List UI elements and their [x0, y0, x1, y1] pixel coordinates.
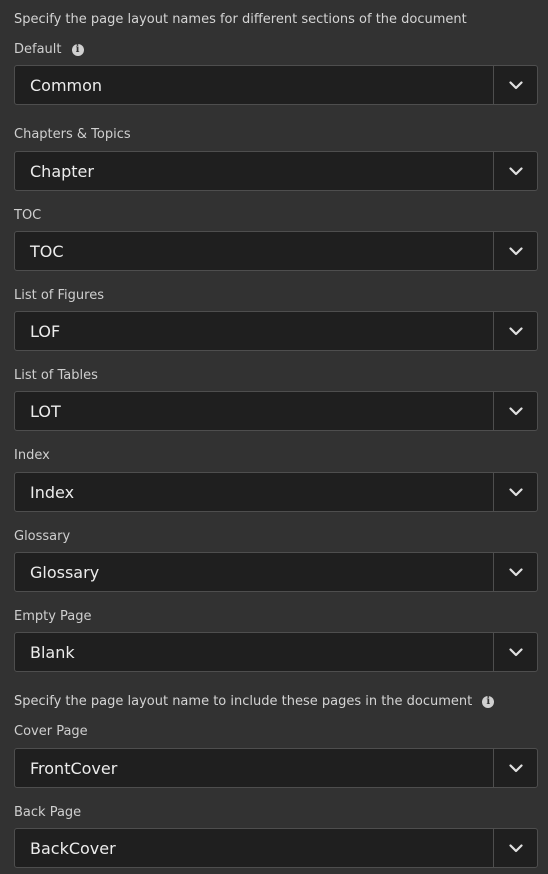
chevron-down-icon: [508, 843, 523, 852]
chevron-down-icon: [508, 406, 523, 415]
field-label-chapters-topics: Chapters & Topics: [14, 127, 131, 142]
dropdown-button[interactable]: [493, 312, 537, 350]
chevron-down-icon: [508, 246, 523, 255]
field-label-text: Glossary: [14, 529, 71, 544]
select-value: LOF: [30, 321, 61, 341]
field-label-default: Default i: [14, 42, 84, 57]
field-label-text: Chapters & Topics: [14, 127, 131, 142]
select-value: BackCover: [30, 838, 116, 858]
field-label-text: Default: [14, 42, 62, 57]
chevron-down-icon: [508, 80, 523, 89]
select-value: Common: [30, 75, 103, 95]
field-label-list-of-figures: List of Figures: [14, 288, 104, 303]
field-label-cover-page: Cover Page: [14, 724, 88, 739]
field-label-text: TOC: [14, 208, 42, 223]
select-list-of-tables[interactable]: LOT: [14, 391, 538, 431]
select-default[interactable]: Common: [14, 65, 538, 105]
field-label-text: List of Figures: [14, 288, 104, 303]
dropdown-button[interactable]: [493, 749, 537, 787]
select-glossary[interactable]: Glossary: [14, 552, 538, 592]
chevron-down-icon: [508, 567, 523, 576]
dropdown-button[interactable]: [493, 473, 537, 511]
select-value: TOC: [30, 241, 64, 261]
select-value: Blank: [30, 642, 75, 662]
dropdown-button[interactable]: [493, 232, 537, 270]
select-list-of-figures[interactable]: LOF: [14, 311, 538, 351]
select-cover-page[interactable]: FrontCover: [14, 748, 538, 788]
dropdown-button[interactable]: [493, 66, 537, 104]
field-label-empty-page: Empty Page: [14, 609, 92, 624]
dropdown-button[interactable]: [493, 829, 537, 867]
field-label-toc: TOC: [14, 208, 41, 223]
field-label-text: List of Tables: [14, 368, 98, 383]
select-empty-page[interactable]: Blank: [14, 632, 538, 672]
chevron-down-icon: [508, 326, 523, 335]
chevron-down-icon: [508, 487, 523, 496]
select-value: FrontCover: [30, 758, 118, 778]
section-heading-text: Specify the page layout names for differ…: [14, 12, 467, 27]
field-label-text: Back Page: [14, 805, 82, 820]
select-back-page[interactable]: BackCover: [14, 828, 538, 868]
field-label-back-page: Back Page: [14, 805, 81, 820]
field-label-text: Cover Page: [14, 724, 88, 739]
field-label-text: Index: [14, 448, 50, 463]
field-label-index: Index: [14, 448, 50, 463]
dropdown-button[interactable]: [493, 553, 537, 591]
select-index[interactable]: Index: [14, 472, 538, 512]
field-label-text: Empty Page: [14, 609, 92, 624]
chevron-down-icon: [508, 647, 523, 656]
section-heading-layout-names: Specify the page layout names for differ…: [14, 12, 467, 27]
info-icon[interactable]: i: [71, 43, 84, 56]
field-label-list-of-tables: List of Tables: [14, 368, 98, 383]
dropdown-button[interactable]: [493, 152, 537, 190]
select-value: Glossary: [30, 562, 100, 582]
select-value: Chapter: [30, 161, 94, 181]
select-value: LOT: [30, 401, 61, 421]
field-label-glossary: Glossary: [14, 529, 70, 544]
select-toc[interactable]: TOC: [14, 231, 538, 271]
section-heading-include-pages: Specify the page layout name to include …: [14, 694, 495, 709]
chevron-down-icon: [508, 763, 523, 772]
chevron-down-icon: [508, 166, 523, 175]
select-chapters-topics[interactable]: Chapter: [14, 151, 538, 191]
select-value: Index: [30, 482, 75, 502]
dropdown-button[interactable]: [493, 392, 537, 430]
info-icon[interactable]: i: [482, 695, 495, 708]
section-heading-text: Specify the page layout name to include …: [14, 694, 473, 709]
dropdown-button[interactable]: [493, 633, 537, 671]
